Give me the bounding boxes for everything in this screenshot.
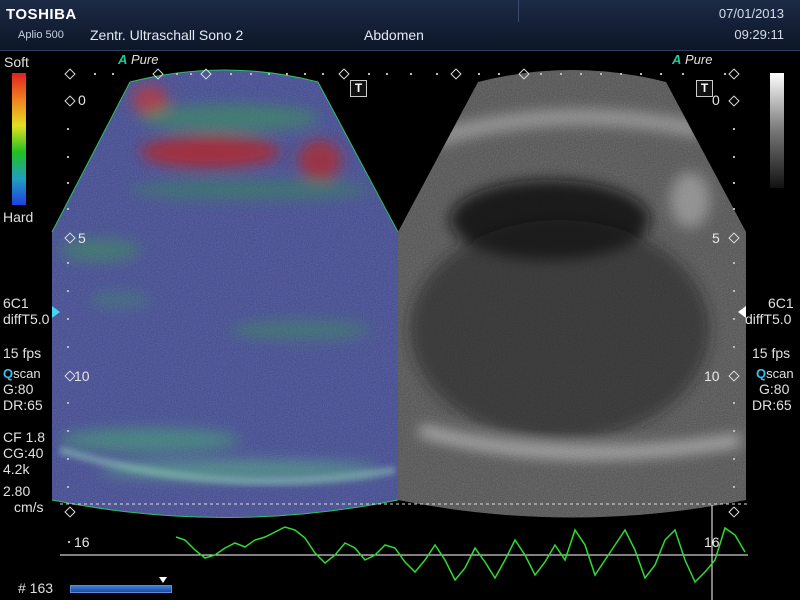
dynamic-range: DR:65: [752, 397, 792, 413]
depth-label-left-16: 16: [74, 534, 90, 550]
velocity-scale: 2.80: [3, 483, 31, 499]
color-gain: CG:40: [3, 445, 44, 461]
gain-value: G:80: [759, 381, 790, 397]
cine-position-marker[interactable]: [159, 577, 167, 583]
filter-setting: diffT5.0: [745, 311, 792, 327]
qscan-label: Qscan: [756, 366, 794, 381]
velocity-unit: cm/s: [14, 499, 44, 515]
apure-label-right: A Pure: [672, 52, 713, 67]
elasto-color-scale: [12, 73, 26, 205]
grayscale-bar: [770, 73, 784, 188]
depth-label-right-5: 5: [712, 230, 720, 246]
depth-label-right-0: 0: [712, 92, 720, 108]
bmode-image: [398, 70, 746, 518]
depth-label-left-0: 0: [78, 92, 86, 108]
gain-value: G:80: [3, 381, 34, 397]
frame-counter: # 163: [18, 580, 54, 596]
prf-value: 4.2k: [3, 461, 30, 477]
apure-label-left: A Pure: [118, 52, 159, 67]
frame-rate: 15 fps: [3, 345, 42, 361]
t-marker-left[interactable]: T: [350, 80, 367, 97]
scale-soft-label: Soft: [4, 54, 29, 70]
filter-setting: diffT5.0: [3, 311, 50, 327]
elastography-image: [52, 70, 398, 518]
ultrasound-image-area: [51, 69, 748, 600]
cine-progress-bar[interactable]: [70, 585, 172, 593]
depth-dot: [68, 541, 70, 543]
probe-name: 6C1: [3, 295, 29, 311]
depth-label-right-16: 16: [704, 534, 720, 550]
frame-rate: 15 fps: [752, 345, 791, 361]
probe-name: 6C1: [768, 295, 794, 311]
qscan-label: Qscan: [3, 366, 41, 381]
depth-label-left-5: 5: [78, 230, 86, 246]
color-frequency: CF 1.8: [3, 429, 46, 445]
depth-label-left-10: 10: [74, 368, 90, 384]
depth-label-right-10: 10: [704, 368, 720, 384]
dynamic-range: DR:65: [3, 397, 43, 413]
scale-hard-label: Hard: [3, 209, 34, 225]
t-marker-right[interactable]: T: [696, 80, 713, 97]
